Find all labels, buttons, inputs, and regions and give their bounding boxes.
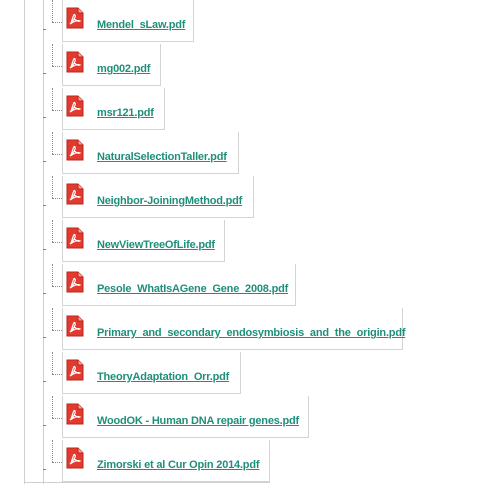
file-tree: Mendel_sLaw.pdf mg002.pdf msr121.pdf Nat… bbox=[0, 0, 503, 492]
pdf-file-icon bbox=[66, 51, 84, 73]
file-link[interactable]: Mendel_sLaw.pdf bbox=[97, 0, 185, 42]
file-link[interactable]: Pesole_WhatIsAGene_Gene_2008.pdf bbox=[97, 264, 288, 306]
tree-bottom-border bbox=[24, 482, 270, 483]
tree-row: msr121.pdf bbox=[0, 88, 503, 132]
pdf-file-icon bbox=[66, 7, 84, 29]
file-item[interactable]: msr121.pdf bbox=[62, 88, 165, 130]
tree-row: Pesole_WhatIsAGene_Gene_2008.pdf bbox=[0, 264, 503, 308]
tree-row: mg002.pdf bbox=[0, 44, 503, 88]
pdf-file-icon bbox=[66, 139, 84, 161]
file-link[interactable]: msr121.pdf bbox=[97, 88, 154, 130]
tree-row: NewViewTreeOfLife.pdf bbox=[0, 220, 503, 264]
file-item[interactable]: TheoryAdaptation_Orr.pdf bbox=[62, 352, 241, 394]
file-link[interactable]: Primary_and_secondary_endosymbiosis_and_… bbox=[97, 308, 406, 350]
tree-row: WoodOK - Human DNA repair genes.pdf bbox=[0, 396, 503, 440]
file-link[interactable]: Neighbor-JoiningMethod.pdf bbox=[97, 176, 242, 218]
file-item[interactable]: NewViewTreeOfLife.pdf bbox=[62, 220, 225, 262]
file-item[interactable]: Pesole_WhatIsAGene_Gene_2008.pdf bbox=[62, 264, 296, 306]
pdf-file-icon bbox=[66, 227, 84, 249]
file-link[interactable]: Zimorski et al Cur Opin 2014.pdf bbox=[97, 440, 260, 482]
file-item[interactable]: NaturalSelectionTaller.pdf bbox=[62, 132, 239, 174]
tree-row: Primary_and_secondary_endosymbiosis_and_… bbox=[0, 308, 503, 352]
pdf-file-icon bbox=[66, 403, 84, 425]
file-item[interactable]: Neighbor-JoiningMethod.pdf bbox=[62, 176, 254, 218]
tree-row: Mendel_sLaw.pdf bbox=[0, 0, 503, 44]
tree-row: Neighbor-JoiningMethod.pdf bbox=[0, 176, 503, 220]
file-item[interactable]: WoodOK - Human DNA repair genes.pdf bbox=[62, 396, 309, 438]
file-link[interactable]: NewViewTreeOfLife.pdf bbox=[97, 220, 215, 262]
tree-row: Zimorski et al Cur Opin 2014.pdf bbox=[0, 440, 503, 484]
file-link[interactable]: NaturalSelectionTaller.pdf bbox=[97, 132, 227, 174]
pdf-file-icon bbox=[66, 95, 84, 117]
file-link[interactable]: TheoryAdaptation_Orr.pdf bbox=[97, 352, 229, 394]
pdf-file-icon bbox=[66, 447, 84, 469]
pdf-file-icon bbox=[66, 183, 84, 205]
file-item[interactable]: Mendel_sLaw.pdf bbox=[62, 0, 194, 42]
tree-row: NaturalSelectionTaller.pdf bbox=[0, 132, 503, 176]
pdf-file-icon bbox=[66, 271, 84, 293]
file-link[interactable]: WoodOK - Human DNA repair genes.pdf bbox=[97, 396, 299, 438]
pdf-file-icon bbox=[66, 315, 84, 337]
file-link[interactable]: mg002.pdf bbox=[97, 44, 150, 86]
file-item[interactable]: Primary_and_secondary_endosymbiosis_and_… bbox=[62, 308, 406, 350]
file-item[interactable]: Zimorski et al Cur Opin 2014.pdf bbox=[62, 440, 270, 482]
file-item[interactable]: mg002.pdf bbox=[62, 44, 161, 86]
tree-row: TheoryAdaptation_Orr.pdf bbox=[0, 352, 503, 396]
pdf-file-icon bbox=[66, 359, 84, 381]
